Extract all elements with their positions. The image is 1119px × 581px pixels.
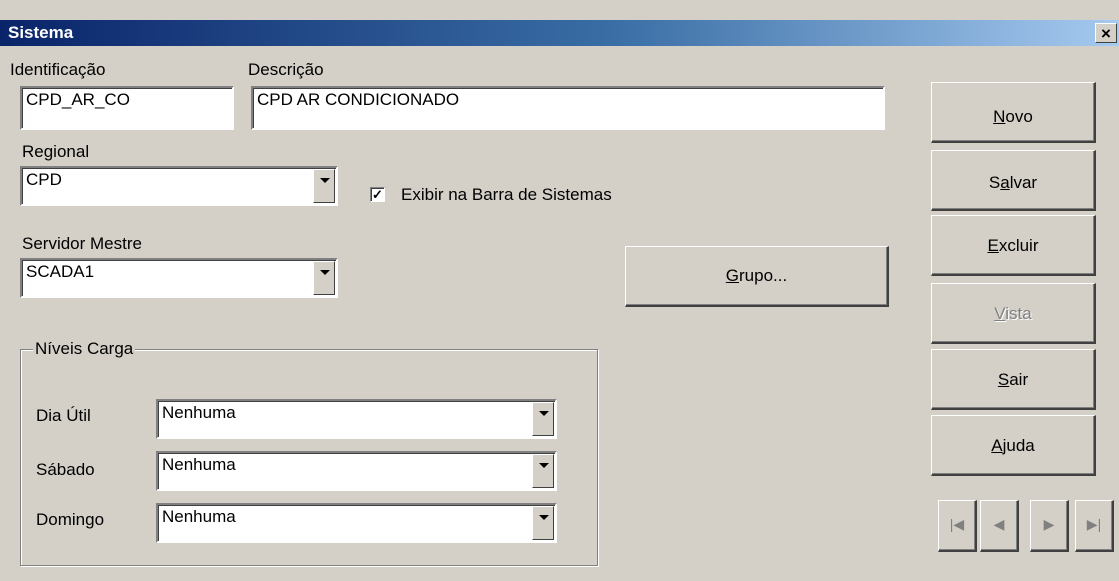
- first-record-button[interactable]: |◀: [938, 500, 977, 552]
- last-record-button[interactable]: ▶|: [1075, 500, 1114, 552]
- previous-record-icon: ◀: [993, 516, 1005, 532]
- chevron-down-icon[interactable]: [532, 506, 554, 540]
- chevron-down-icon[interactable]: [313, 169, 335, 203]
- descricao-input[interactable]: CPD AR CONDICIONADO: [251, 86, 885, 130]
- sair-button-label: Sair: [997, 370, 1029, 389]
- sair-button[interactable]: Sair: [931, 349, 1096, 410]
- identificacao-input[interactable]: CPD_AR_CO: [20, 86, 234, 130]
- sabado-label: Sábado: [36, 460, 95, 479]
- sabado-select[interactable]: Nenhuma: [156, 451, 557, 491]
- chevron-down-icon[interactable]: [532, 402, 554, 436]
- close-button[interactable]: ×: [1095, 23, 1117, 43]
- descricao-value: CPD AR CONDICIONADO: [257, 90, 460, 109]
- exibir-checkbox[interactable]: ✓: [370, 187, 385, 202]
- chevron-down-icon[interactable]: [532, 454, 554, 488]
- window-title: Sistema: [8, 23, 74, 42]
- sabado-value: Nenhuma: [162, 455, 236, 474]
- previous-record-button[interactable]: ◀: [980, 500, 1019, 552]
- novo-button-label: Novo: [993, 107, 1033, 126]
- chevron-down-icon[interactable]: [313, 261, 335, 295]
- identificacao-label: Identificação: [10, 60, 106, 79]
- novo-button[interactable]: Novo: [931, 82, 1096, 143]
- domingo-label: Domingo: [36, 510, 105, 529]
- title-bar[interactable]: Sistema ×: [0, 20, 1119, 46]
- servidor-mestre-select[interactable]: SCADA1: [20, 258, 338, 298]
- regional-value: CPD: [26, 170, 62, 189]
- grupo-button[interactable]: Grupo...: [625, 246, 889, 307]
- check-icon: ✓: [372, 187, 383, 202]
- next-record-icon: ▶: [1043, 516, 1055, 532]
- dia-util-select[interactable]: Nenhuma: [156, 399, 557, 439]
- regional-label: Regional: [22, 142, 90, 161]
- domingo-select[interactable]: Nenhuma: [156, 503, 557, 543]
- identificacao-value: CPD_AR_CO: [26, 90, 130, 109]
- excluir-button-label: Excluir: [987, 236, 1039, 255]
- niveis-carga-title: Níveis Carga: [33, 339, 136, 359]
- excluir-button[interactable]: Excluir: [931, 215, 1096, 276]
- grupo-button-label: Grupo...: [725, 266, 788, 285]
- exibir-label: Exibir na Barra de Sistemas: [401, 185, 612, 204]
- sistema-window: Sistema × Identificação CPD_AR_CO Descri…: [0, 0, 1119, 581]
- servidor-mestre-label: Servidor Mestre: [22, 234, 142, 253]
- last-record-icon: ▶|: [1086, 516, 1102, 532]
- domingo-value: Nenhuma: [162, 507, 236, 526]
- ajuda-button-label: Ajuda: [991, 436, 1035, 455]
- vista-button[interactable]: Vista: [931, 283, 1096, 344]
- ajuda-button[interactable]: Ajuda: [931, 415, 1096, 476]
- first-record-icon: |◀: [949, 516, 965, 532]
- close-icon: ×: [1101, 24, 1111, 43]
- vista-button-label: Vista: [994, 304, 1032, 323]
- descricao-label: Descrição: [248, 60, 324, 79]
- next-record-button[interactable]: ▶: [1030, 500, 1069, 552]
- salvar-button-label: Salvar: [988, 173, 1038, 192]
- dia-util-label: Dia Útil: [36, 406, 91, 425]
- servidor-mestre-value: SCADA1: [26, 262, 95, 281]
- regional-select[interactable]: CPD: [20, 166, 338, 206]
- salvar-button[interactable]: Salvar: [931, 150, 1096, 211]
- dia-util-value: Nenhuma: [162, 403, 236, 422]
